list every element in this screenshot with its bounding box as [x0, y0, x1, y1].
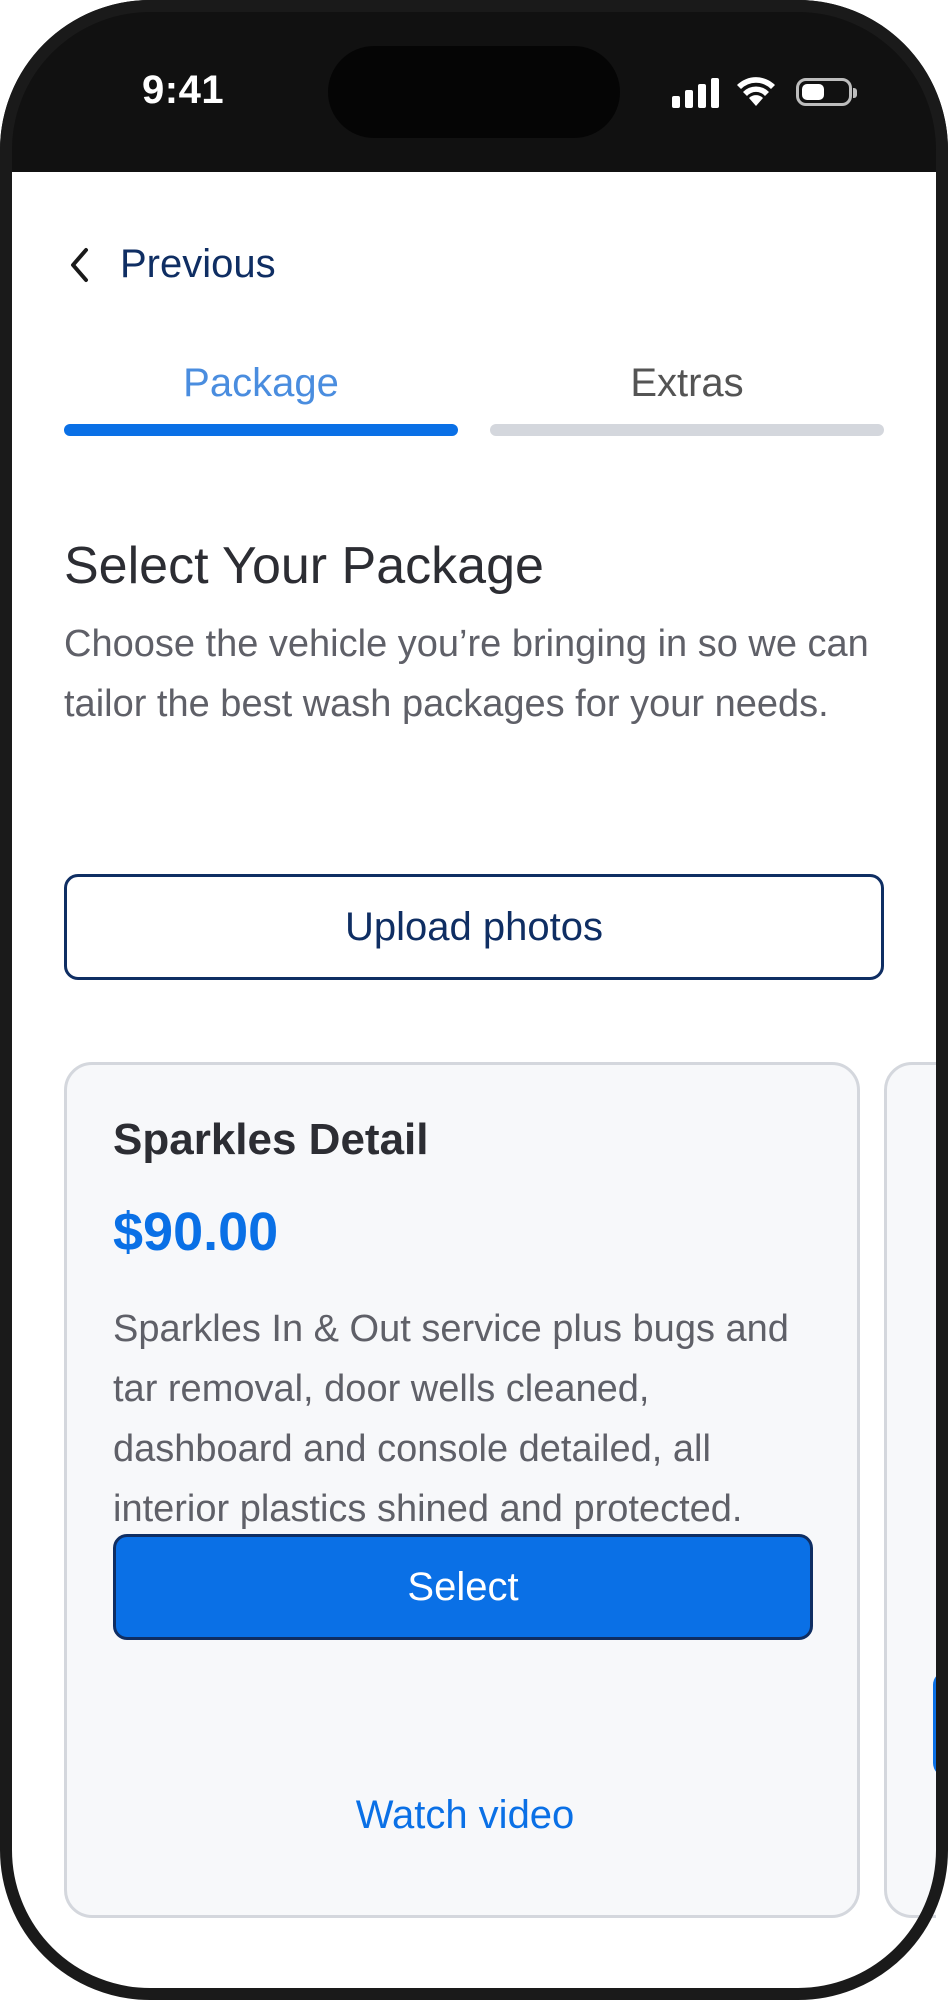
wifi-icon	[737, 77, 775, 106]
previous-label: Previous	[120, 242, 276, 286]
step-tabs: Package Extras	[64, 358, 884, 436]
package-card: Sparkles Detail $90.00 Sparkles In & Out…	[64, 1062, 860, 1918]
phone-screen: 9:41 Previous Package Extras Select Your…	[0, 0, 948, 2000]
dynamic-island	[328, 46, 620, 138]
tab-extras-label: Extras	[630, 361, 744, 405]
chevron-left-icon	[71, 247, 88, 282]
page-title: Select Your Package	[64, 537, 544, 595]
status-bar: 9:41	[0, 0, 948, 172]
select-package-button[interactable]: Select	[113, 1534, 813, 1640]
package-price: $90.00	[113, 1202, 279, 1262]
tab-package-label: Package	[183, 361, 339, 405]
tab-package-indicator	[64, 424, 458, 436]
next-package-select-button	[933, 1671, 936, 1777]
cellular-signal-icon	[672, 76, 719, 108]
tab-extras[interactable]: Extras	[490, 358, 884, 436]
tab-package[interactable]: Package	[64, 358, 458, 436]
main-content: Previous Package Extras Select Your Pack…	[12, 172, 936, 1988]
upload-photos-button[interactable]: Upload photos	[64, 874, 884, 980]
status-time: 9:41	[142, 68, 225, 112]
next-package-card[interactable]	[884, 1062, 936, 1918]
package-description: Sparkles In & Out service plus bugs and …	[113, 1308, 789, 1530]
page-subtitle: Choose the vehicle you’re bringing in so…	[64, 623, 869, 725]
previous-button[interactable]: Previous	[68, 242, 276, 287]
watch-video-link[interactable]: Watch video	[67, 1793, 863, 1838]
package-name: Sparkles Detail	[113, 1115, 429, 1164]
tab-extras-indicator	[490, 424, 884, 436]
battery-icon	[796, 78, 857, 106]
